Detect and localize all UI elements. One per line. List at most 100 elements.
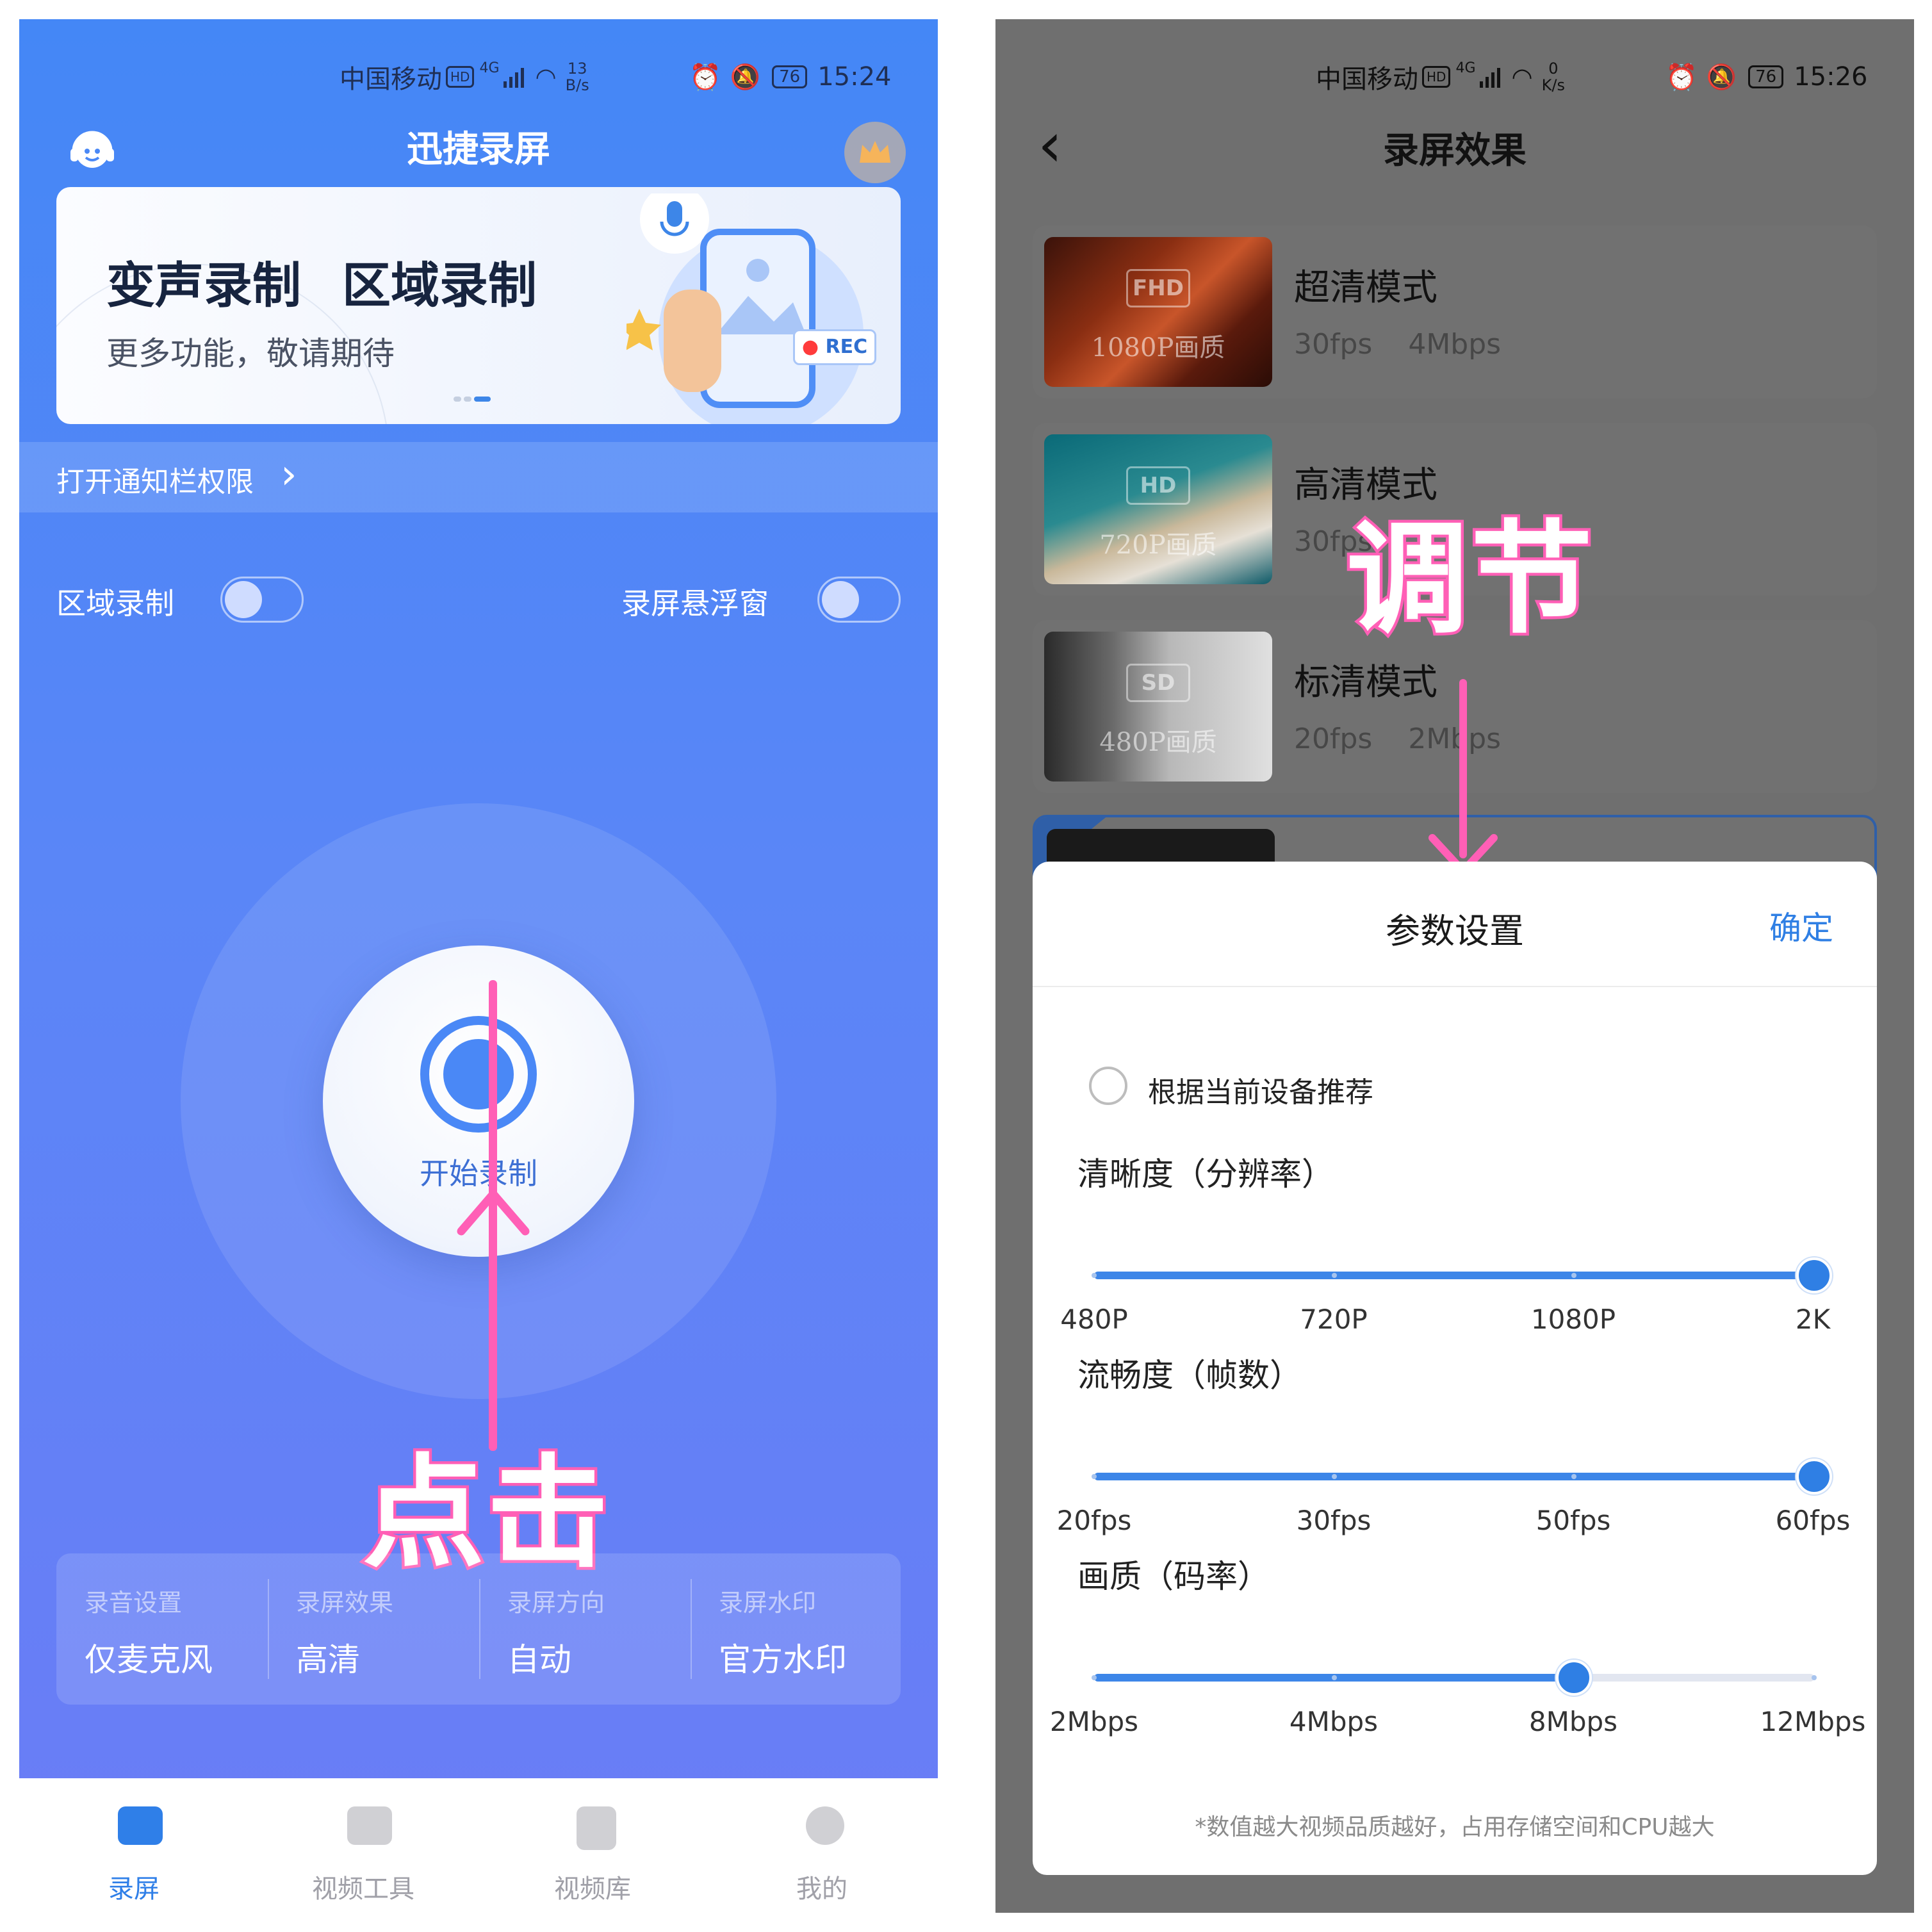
mode-badge: HD xyxy=(1126,466,1190,505)
recommend-radio[interactable] xyxy=(1089,1067,1127,1105)
tab-record-label: 录屏 xyxy=(108,1874,160,1904)
tab-profile[interactable]: 我的 xyxy=(707,1778,937,1913)
banner-title-region: 区域录制 xyxy=(342,257,537,314)
tab-video-tools[interactable]: 视频工具 xyxy=(249,1778,478,1913)
audio-setting[interactable]: 录音设置 仅麦克风 xyxy=(56,1553,268,1705)
slider-stop xyxy=(1331,1273,1337,1278)
mute-icon: 🔕 xyxy=(730,62,761,91)
framerate-tick: 60fps xyxy=(1775,1505,1851,1536)
audio-setting-value: 仅麦克风 xyxy=(85,1641,213,1678)
floating-window-toggle[interactable] xyxy=(817,577,901,623)
effect-setting-value: 高清 xyxy=(296,1641,360,1678)
chevron-right-icon: › xyxy=(281,451,297,498)
record-icon xyxy=(420,1016,537,1133)
slider-thumb[interactable] xyxy=(1796,1459,1832,1494)
rec-label: REC xyxy=(825,336,868,358)
net-speed: 0 K/s xyxy=(1542,60,1565,94)
tab-profile-label: 我的 xyxy=(796,1874,847,1904)
mode-spec: 20fps 2Mbps xyxy=(1294,723,1537,755)
video-library-icon xyxy=(577,1806,616,1850)
audio-setting-label: 录音设置 xyxy=(85,1589,183,1617)
effect-setting[interactable]: 录屏效果 高清 xyxy=(268,1553,479,1705)
right-phone-screen: 中国移动 HD 4G ◠ 0 K/s ⏰ 🔕 76 15:26 ‹ 录屏效果 FH… xyxy=(995,19,1914,1913)
video-camera-icon xyxy=(118,1806,163,1845)
floating-window-label: 录屏悬浮窗 xyxy=(621,586,769,621)
net-speed-unit: B/s xyxy=(565,76,589,94)
mode-bitrate: 4Mbps xyxy=(1408,328,1502,361)
bitrate-slider[interactable] xyxy=(1092,1660,1817,1696)
effect-setting-label: 录屏效果 xyxy=(296,1589,394,1617)
slider-stop xyxy=(1092,1675,1097,1680)
orientation-setting-label: 录屏方向 xyxy=(507,1589,605,1617)
vip-crown-icon[interactable] xyxy=(844,122,906,183)
mode-card-fhd[interactable]: FHD 1080P画质 超清模式 30fps 4Mbps xyxy=(1033,225,1877,398)
wifi-icon: ◠ xyxy=(535,63,557,91)
toolbox-icon xyxy=(347,1806,392,1845)
banner-title-voice: 变声录制 xyxy=(106,257,301,314)
framerate-tick: 30fps xyxy=(1296,1505,1371,1536)
bottom-tab-bar: 录屏 视频工具 视频库 我的 xyxy=(19,1778,938,1913)
hd-badge: HD xyxy=(446,66,475,88)
resolution-tick: 480P xyxy=(1060,1304,1128,1335)
slider-stop xyxy=(1092,1273,1097,1278)
slider-thumb[interactable] xyxy=(1556,1660,1592,1696)
profile-icon xyxy=(806,1806,844,1845)
carrier-label: 中国移动 xyxy=(340,65,442,94)
net-speed-value: 0 xyxy=(1548,60,1559,78)
footnote: *数值越大视频品质越好，占用存储空间和CPU越大 xyxy=(1195,1814,1715,1840)
resolution-tick: 1080P xyxy=(1530,1304,1616,1335)
tab-video-tools-label: 视频工具 xyxy=(312,1874,414,1904)
mode-thumbnail: FHD 1080P画质 xyxy=(1044,237,1272,387)
status-bar-right: ⏰ 🔕 76 15:26 xyxy=(1666,51,1868,102)
watermark-setting[interactable]: 录屏水印 官方水印 xyxy=(691,1553,902,1705)
resolution-tick: 720P xyxy=(1300,1304,1368,1335)
bitrate-tick: 2Mbps xyxy=(1049,1706,1139,1737)
bitrate-tick: 12Mbps xyxy=(1760,1706,1866,1737)
rec-badge: ● REC xyxy=(793,329,876,365)
slider-stop xyxy=(1812,1675,1817,1680)
mode-quality: 480P画质 xyxy=(1099,728,1217,757)
annotation-arrow-up-icon xyxy=(457,1190,530,1236)
signal-icon xyxy=(1479,66,1500,88)
confirm-button[interactable]: 确定 xyxy=(1769,903,1833,949)
resolution-tick: 2K xyxy=(1795,1304,1831,1335)
framerate-tick: 50fps xyxy=(1535,1505,1611,1536)
battery-indicator: 76 xyxy=(772,65,808,88)
tab-record[interactable]: 录屏 xyxy=(19,1778,249,1913)
alarm-icon: ⏰ xyxy=(1666,62,1698,92)
banner-illustration xyxy=(618,187,896,424)
region-record-toggle[interactable] xyxy=(220,577,304,623)
mode-bitrate: 2Mbps xyxy=(1408,723,1502,755)
framerate-label: 流畅度（帧数） xyxy=(1077,1357,1302,1394)
slider-stop xyxy=(1331,1675,1337,1680)
recommend-label: 根据当前设备推荐 xyxy=(1148,1076,1373,1109)
watermark-setting-label: 录屏水印 xyxy=(719,1589,817,1617)
page-title: 录屏效果 xyxy=(1383,130,1527,172)
params-sheet: 参数设置 确定 根据当前设备推荐 清晰度（分辨率） 480P 720P 1080… xyxy=(1033,862,1877,1875)
tab-video-library[interactable]: 视频库 xyxy=(478,1778,707,1913)
mute-icon: 🔕 xyxy=(1706,62,1737,91)
promo-banner[interactable]: 变声录制 区域录制 更多功能，敬请期待 ● REC xyxy=(56,187,901,424)
mode-spec: 30fps 4Mbps xyxy=(1294,328,1537,361)
left-phone-screen: 中国移动 HD 4G ◠ 13 B/s ⏰ 🔕 76 15:24 迅捷录屏 变声录… xyxy=(19,19,938,1913)
region-record-label: 区域录制 xyxy=(56,586,174,621)
network-type: 4G xyxy=(1455,60,1476,76)
slider-stop xyxy=(1092,1474,1097,1479)
resolution-slider[interactable] xyxy=(1092,1257,1832,1293)
slider-stop xyxy=(1331,1474,1337,1479)
status-bar-right: ⏰ 🔕 76 15:24 xyxy=(689,51,892,102)
mode-fps: 30fps xyxy=(1294,328,1373,361)
notification-permission-label: 打开通知栏权限 xyxy=(56,466,254,498)
net-speed-unit: K/s xyxy=(1541,76,1565,94)
framerate-slider[interactable] xyxy=(1092,1459,1832,1494)
notification-permission-bar[interactable]: 打开通知栏权限 › xyxy=(19,442,938,512)
slider-thumb[interactable] xyxy=(1796,1257,1832,1293)
carousel-indicator xyxy=(454,395,492,403)
network-type: 4G xyxy=(479,60,500,76)
tab-video-library-label: 视频库 xyxy=(554,1874,631,1904)
watermark-setting-value: 官方水印 xyxy=(719,1641,847,1678)
mode-name: 超清模式 xyxy=(1294,267,1437,309)
carrier-label: 中国移动 xyxy=(1316,65,1418,94)
orientation-setting[interactable]: 录屏方向 自动 xyxy=(479,1553,691,1705)
mode-fps: 20fps xyxy=(1294,723,1373,755)
